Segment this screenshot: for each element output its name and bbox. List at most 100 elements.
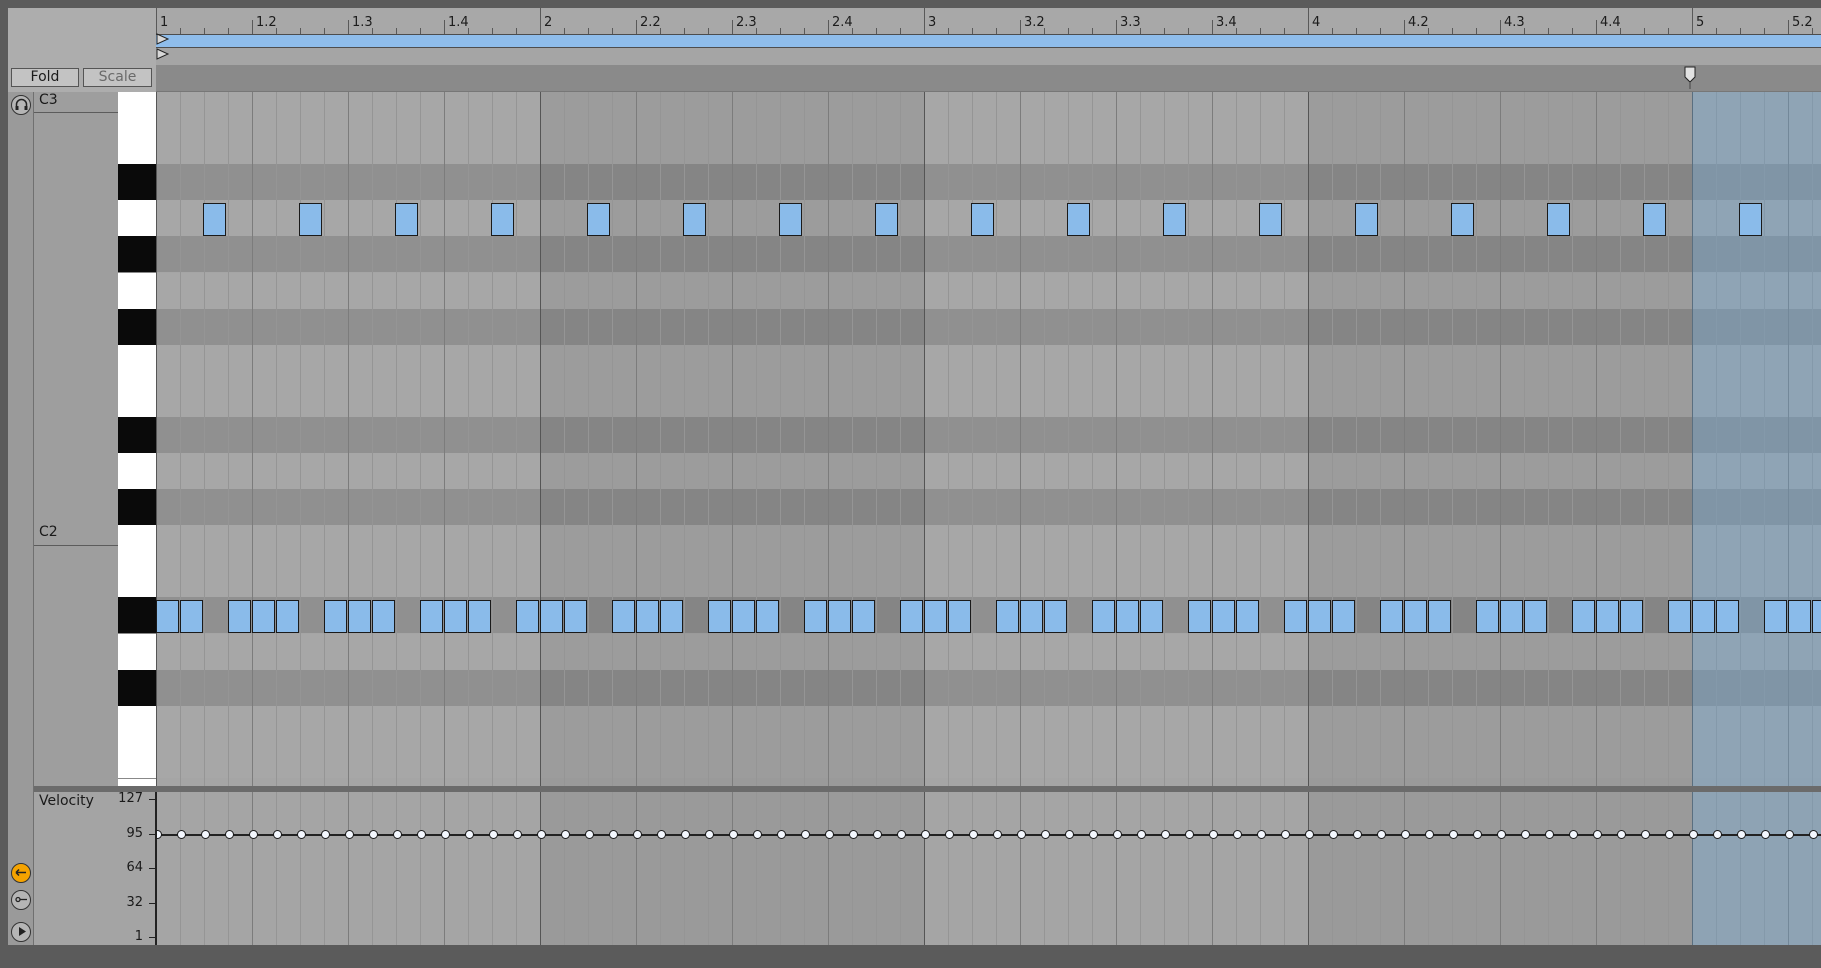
piano-key-white[interactable] [118, 272, 156, 310]
selection-region[interactable] [1692, 92, 1821, 786]
velocity-handle[interactable] [1713, 830, 1722, 840]
midi-note[interactable] [444, 600, 467, 634]
velocity-handle[interactable] [345, 830, 354, 840]
midi-note[interactable] [828, 600, 851, 634]
midi-note[interactable] [1739, 203, 1762, 237]
velocity-handle[interactable] [1641, 830, 1650, 840]
midi-note[interactable] [683, 203, 706, 237]
midi-note[interactable] [1380, 600, 1403, 634]
velocity-handle[interactable] [753, 830, 762, 840]
velocity-handle[interactable] [225, 830, 234, 840]
midi-note[interactable] [1163, 203, 1186, 237]
midi-note[interactable] [491, 203, 514, 237]
midi-note[interactable] [564, 600, 587, 634]
midi-note[interactable] [1500, 600, 1523, 634]
midi-note[interactable] [612, 600, 635, 634]
velocity-handle[interactable] [1329, 830, 1338, 840]
scrub-area[interactable] [156, 65, 1821, 92]
velocity-handle[interactable] [1689, 830, 1698, 840]
velocity-handle[interactable] [273, 830, 282, 840]
play-icon[interactable] [11, 922, 31, 942]
midi-note[interactable] [708, 600, 731, 634]
velocity-handle[interactable] [1569, 830, 1578, 840]
velocity-handle[interactable] [1377, 830, 1386, 840]
velocity-handle[interactable] [1545, 830, 1554, 840]
velocity-handle[interactable] [1449, 830, 1458, 840]
piano-key-white[interactable] [118, 92, 156, 130]
headphone-icon[interactable] [11, 95, 31, 115]
midi-note[interactable] [1716, 600, 1739, 634]
note-grid[interactable] [156, 92, 1821, 786]
piano-key-black[interactable] [118, 308, 156, 346]
midi-note[interactable] [1044, 600, 1067, 634]
midi-note[interactable] [1259, 203, 1282, 237]
velocity-handle[interactable] [1785, 830, 1794, 840]
midi-note[interactable] [1284, 600, 1307, 634]
midi-note[interactable] [1092, 600, 1115, 634]
piano-key-black[interactable] [118, 236, 156, 274]
midi-note[interactable] [924, 600, 947, 634]
midi-note[interactable] [1812, 600, 1821, 634]
velocity-handle[interactable] [849, 830, 858, 840]
velocity-handle[interactable] [897, 830, 906, 840]
velocity-handle[interactable] [1161, 830, 1170, 840]
midi-note[interactable] [156, 600, 179, 634]
velocity-handle[interactable] [249, 830, 258, 840]
velocity-handle[interactable] [1089, 830, 1098, 840]
midi-note[interactable] [900, 600, 923, 634]
midi-note[interactable] [1620, 600, 1643, 634]
piano-key-white[interactable] [118, 380, 156, 418]
velocity-handle[interactable] [465, 830, 474, 840]
velocity-handle[interactable] [1737, 830, 1746, 840]
velocity-handle[interactable] [369, 830, 378, 840]
midi-note[interactable] [660, 600, 683, 634]
velocity-handle[interactable] [1065, 830, 1074, 840]
velocity-handle[interactable] [1257, 830, 1266, 840]
midi-note[interactable] [1572, 600, 1595, 634]
velocity-handle[interactable] [945, 830, 954, 840]
midi-note[interactable] [1451, 203, 1474, 237]
velocity-handle[interactable] [1761, 830, 1770, 840]
velocity-handle[interactable] [489, 830, 498, 840]
loop-brace[interactable] [156, 34, 1821, 48]
midi-note[interactable] [1668, 600, 1691, 634]
midi-note[interactable] [779, 203, 802, 237]
piano-key-black[interactable] [118, 597, 156, 635]
velocity-handle[interactable] [993, 830, 1002, 840]
piano-key-white[interactable] [118, 525, 156, 563]
velocity-handle[interactable] [1137, 830, 1146, 840]
midi-note[interactable] [852, 600, 875, 634]
velocity-handle[interactable] [1281, 830, 1290, 840]
piano-key-white[interactable] [118, 200, 156, 238]
piano-key-black[interactable] [118, 489, 156, 527]
piano-key-white[interactable] [118, 741, 156, 779]
velocity-handle[interactable] [729, 830, 738, 840]
velocity-handle[interactable] [969, 830, 978, 840]
midi-note[interactable] [299, 203, 322, 237]
velocity-handle[interactable] [609, 830, 618, 840]
velocity-handle[interactable] [657, 830, 666, 840]
midi-note[interactable] [1547, 203, 1570, 237]
piano-key-white[interactable] [118, 128, 156, 166]
midi-note[interactable] [971, 203, 994, 237]
velocity-handle[interactable] [297, 830, 306, 840]
midi-note[interactable] [1308, 600, 1331, 634]
midi-note[interactable] [516, 600, 539, 634]
velocity-handle[interactable] [1425, 830, 1434, 840]
midi-note[interactable] [1140, 600, 1163, 634]
midi-note[interactable] [1236, 600, 1259, 634]
velocity-handle[interactable] [1521, 830, 1530, 840]
midi-note[interactable] [996, 600, 1019, 634]
midi-note[interactable] [372, 600, 395, 634]
velocity-handle[interactable] [201, 830, 210, 840]
loop-start-marker-icon[interactable] [156, 33, 170, 65]
piano-key-black[interactable] [118, 416, 156, 454]
velocity-handle[interactable] [1497, 830, 1506, 840]
midi-note[interactable] [948, 600, 971, 634]
velocity-handle[interactable] [1353, 830, 1362, 840]
velocity-handle[interactable] [417, 830, 426, 840]
velocity-handle[interactable] [1017, 830, 1026, 840]
velocity-handle[interactable] [513, 830, 522, 840]
midi-note[interactable] [1643, 203, 1666, 237]
midi-note[interactable] [1332, 600, 1355, 634]
